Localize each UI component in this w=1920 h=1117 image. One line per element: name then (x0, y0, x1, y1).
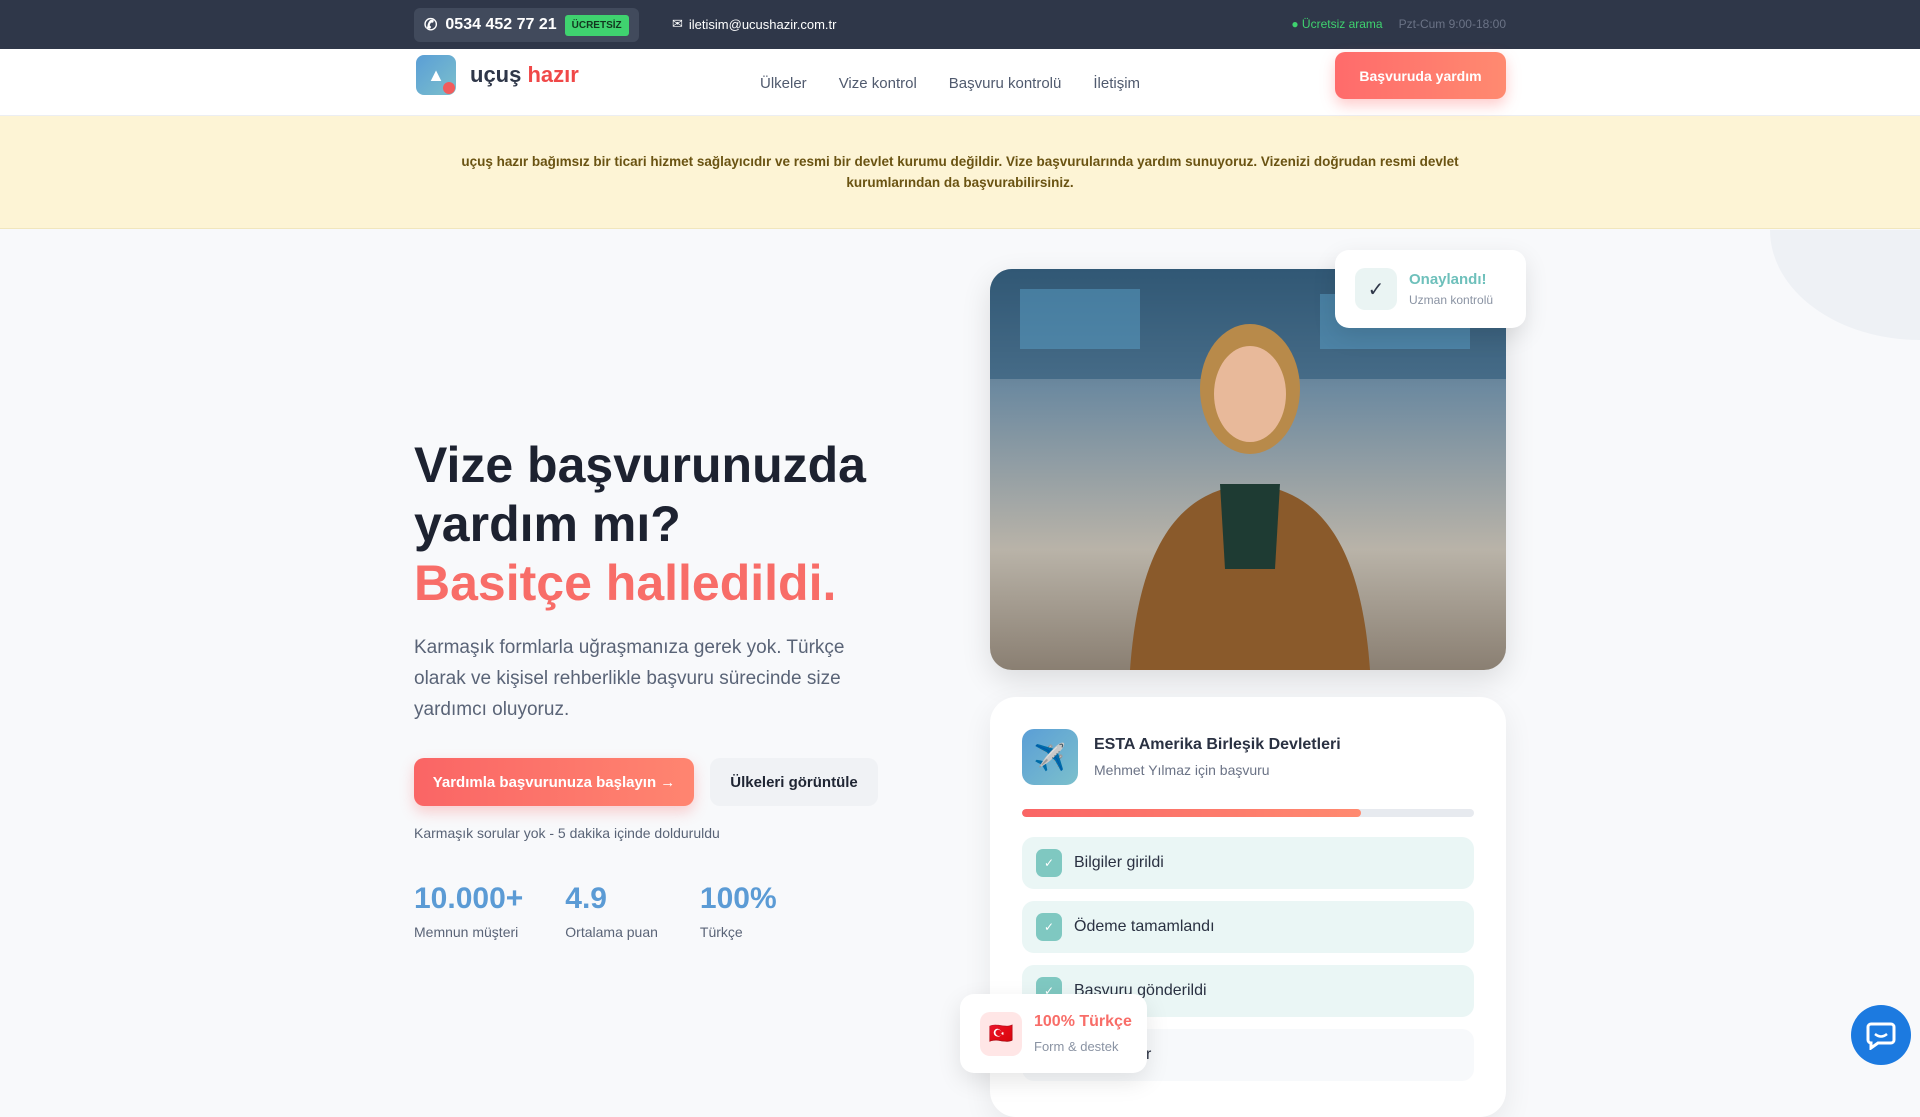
airplane-icon: ✈️ (1022, 729, 1078, 785)
check-icon: ✓ (1036, 913, 1062, 941)
turkish-badge-subtitle: Form & destek (1034, 1039, 1119, 1054)
step-label: Bilgiler girildi (1074, 854, 1164, 871)
top-bar: ✆ 0534 452 77 21 ÜCRETSİZ ✉ iletisim@ucus… (0, 0, 1920, 49)
free-badge: ÜCRETSİZ (564, 14, 629, 36)
step-item: ✓ Bilgiler girildi (1022, 837, 1474, 889)
disclaimer-banner: uçuş hazır bağımsız bir ticari hizmet sa… (0, 116, 1920, 229)
free-call-status: ● Ücretsiz arama (1291, 17, 1383, 31)
hero-title: Vize başvurunuzda yardım mı? Basitçe halle… (414, 437, 866, 611)
hero-lead: Karmaşık formlarla uğraşmanıza gerek yok… (414, 637, 845, 720)
check-icon: ✓ (1355, 268, 1397, 310)
main-nav: ▲ uçuş hazır Ülkeler Vize kontrol Başvur… (0, 49, 1920, 116)
nav-application-check[interactable]: Başvuru kontrolü (949, 75, 1062, 92)
mail-icon: ✉ (672, 16, 683, 31)
phone-number: 0534 452 77 21 (445, 16, 557, 33)
turkish-support-badge: 🇹🇷 100% Türkçe Form & destek (960, 994, 1147, 1073)
hero-note: Karmaşık sorular yok - 5 dakika içinde d… (414, 825, 720, 841)
nav-contact[interactable]: İletişim (1093, 75, 1140, 92)
turkish-badge-title: 100% Türkçe (1034, 1013, 1132, 1030)
stat-rating: 4.9 Ortalama puan (565, 882, 658, 940)
step-label: Ödeme tamamlandı (1074, 918, 1215, 935)
chat-icon (1866, 1022, 1896, 1050)
free-call-text: Ücretsiz arama (1301, 17, 1383, 31)
phone-icon: ✆ (424, 17, 438, 34)
hero-photo-traveler (990, 269, 1506, 670)
stat-customers: 10.000+ Memnun müşteri (414, 882, 524, 940)
application-progress-bar (1022, 809, 1474, 817)
logo-text-main: uçuş (470, 62, 522, 87)
approved-title: Onaylandı! (1409, 271, 1487, 288)
application-subtitle: Mehmet Yılmaz için başvuru (1094, 762, 1270, 778)
turkey-flag-icon: 🇹🇷 (980, 1011, 1022, 1056)
check-icon: ✓ (1036, 849, 1062, 877)
email-link[interactable]: ✉ iletisim@ucushazir.com.tr (672, 16, 836, 32)
chat-button[interactable] (1851, 1005, 1911, 1065)
stat-turkish: 100% Türkçe (699, 882, 777, 940)
application-help-button[interactable]: Başvuruda yardım (1335, 52, 1506, 99)
business-hours: Pzt-Cum 9:00-18:00 (1398, 17, 1506, 31)
approved-subtitle: Uzman kontrolü (1409, 293, 1494, 307)
application-title: ESTA Amerika Birleşik Devletleri (1094, 736, 1341, 753)
logo-icon: ▲ (416, 55, 456, 95)
email-text: iletisim@ucushazir.com.tr (688, 16, 837, 32)
view-countries-button[interactable]: Ülkeleri görüntüle (710, 758, 878, 806)
stats: 10.000+ Memnun müşteri 4.9 Ortalama puan 1… (414, 882, 777, 940)
decorative-circle (1770, 230, 1920, 340)
approved-badge: ✓ Onaylandı! Uzman kontrolü (1335, 250, 1526, 328)
logo-text-accent: hazır (527, 62, 579, 87)
start-application-button[interactable]: Yardımla başvurunuza başlayın → (414, 758, 694, 806)
phone-link[interactable]: ✆ 0534 452 77 21 ÜCRETSİZ (414, 8, 639, 42)
step-item: ✓ Ödeme tamamlandı (1022, 901, 1474, 953)
logo[interactable]: ▲ uçuş hazır (416, 55, 579, 95)
nav-countries[interactable]: Ülkeler (760, 75, 807, 92)
nav-visa-check[interactable]: Vize kontrol (839, 75, 917, 92)
progress-fill (1022, 809, 1361, 817)
